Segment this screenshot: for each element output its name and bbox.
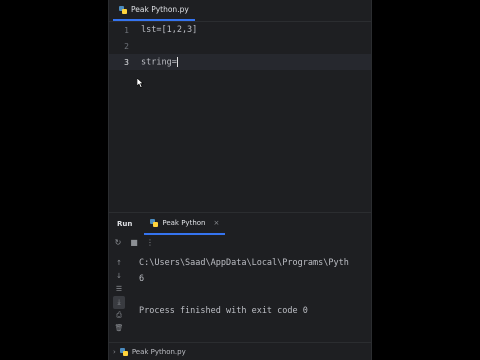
console-line: C:\Users\Saad\AppData\Local\Programs\Pyt… — [139, 258, 349, 268]
print-icon[interactable]: ⎙ — [113, 309, 125, 322]
code-text[interactable]: string= — [141, 56, 178, 68]
python-file-icon — [119, 347, 128, 356]
text-caret — [176, 56, 178, 67]
status-bar: › Peak Python.py — [109, 342, 371, 360]
console-output[interactable]: C:\Users\Saad\AppData\Local\Programs\Pyt… — [139, 255, 371, 319]
mouse-pointer-icon — [137, 78, 144, 88]
soft-wrap-icon[interactable]: ☰ — [113, 283, 125, 296]
code-line-1[interactable]: 1 lst=[1,2,3] — [109, 22, 371, 38]
code-line-3[interactable]: 3 string= — [109, 54, 371, 70]
line-number: 2 — [124, 41, 129, 51]
editor-tab-label: Peak Python.py — [131, 5, 189, 14]
editor-tab-peak-python[interactable]: Peak Python.py — [113, 0, 195, 21]
code-text[interactable]: lst=[1,2,3] — [141, 25, 197, 35]
line-number: 3 — [124, 57, 129, 67]
ide-window: Peak Python.py 1 lst=[1,2,3] 2 3 string=… — [108, 0, 372, 360]
console-line: Process finished with exit code 0 — [139, 306, 308, 316]
more-options-icon[interactable]: ⋮ — [145, 238, 155, 247]
run-panel-header: Run Peak Python × — [109, 213, 371, 235]
python-file-icon — [119, 5, 127, 14]
line-number: 1 — [124, 25, 129, 35]
run-tab-peak-python[interactable]: Peak Python × — [144, 214, 226, 235]
python-run-config-icon — [150, 219, 159, 227]
run-toolbar: ↻ ■ ⋮ — [113, 238, 155, 247]
rerun-icon[interactable]: ↻ — [113, 238, 123, 247]
run-side-toolbar: ↑ ↓ ☰ ⤓ ⎙ 🗑 — [113, 257, 125, 335]
editor-tab-bar: Peak Python.py — [109, 0, 371, 22]
scroll-down-icon[interactable]: ↓ — [113, 270, 125, 283]
trash-icon[interactable]: 🗑 — [113, 322, 125, 335]
code-text-content: string= — [141, 57, 177, 68]
run-panel-title: Run — [117, 220, 133, 228]
code-line-2[interactable]: 2 — [109, 38, 371, 54]
console-line: 6 — [139, 274, 145, 284]
chevron-right-icon: › — [113, 347, 116, 356]
run-panel: Run Peak Python × ↻ ■ ⋮ ↑ ↓ ☰ ⤓ ⎙ 🗑 C:\U… — [109, 212, 371, 342]
stop-icon[interactable]: ■ — [129, 238, 139, 247]
close-icon[interactable]: × — [213, 219, 219, 227]
breadcrumb-file[interactable]: Peak Python.py — [132, 348, 186, 356]
code-editor[interactable]: 1 lst=[1,2,3] 2 3 string= — [109, 22, 371, 212]
run-tab-label: Peak Python — [162, 219, 206, 227]
scroll-up-icon[interactable]: ↑ — [113, 257, 125, 270]
scroll-to-end-icon[interactable]: ⤓ — [113, 296, 125, 309]
